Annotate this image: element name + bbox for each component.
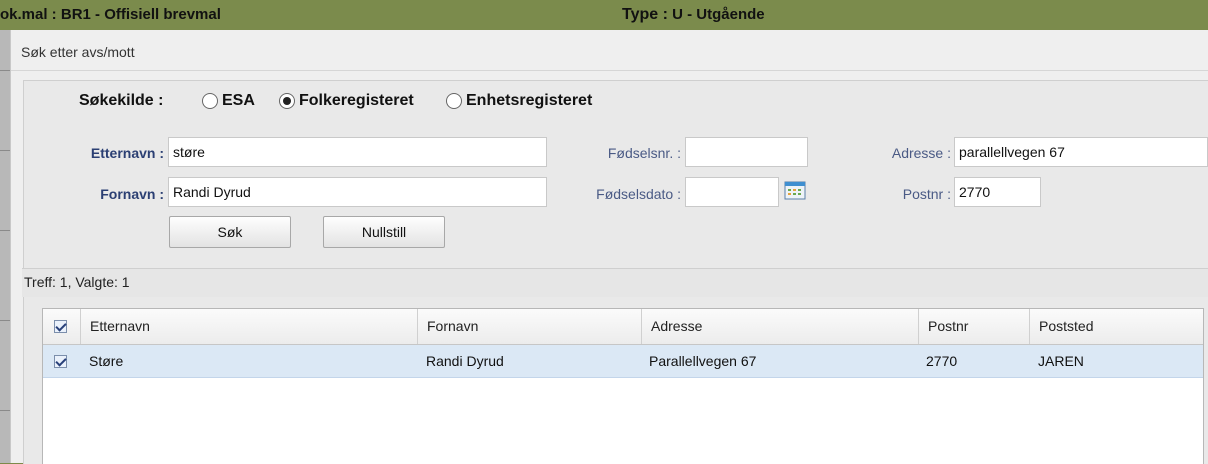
radio-esa[interactable]: ESA	[202, 92, 255, 110]
postnr-input[interactable]: 2770	[954, 177, 1041, 207]
radio-enhetsregisteret[interactable]: Enhetsregisteret	[446, 92, 592, 110]
title-divider	[11, 70, 1208, 71]
type-label: Type :	[622, 6, 668, 23]
type-value: U - Utgående	[672, 6, 765, 23]
etternavn-input[interactable]: støre	[168, 137, 547, 167]
table-row[interactable]: Støre Randi Dyrud Parallellvegen 67 2770…	[43, 345, 1203, 378]
calendar-icon[interactable]	[784, 180, 806, 200]
results-summary-bar	[22, 268, 1208, 297]
search-button[interactable]: Søk	[169, 216, 291, 248]
radio-enhetsregisteret-label: Enhetsregisteret	[466, 92, 593, 109]
results-summary: Treff: 1, Valgte: 1	[24, 274, 130, 290]
edge-mark	[0, 320, 10, 321]
fornavn-input[interactable]: Randi Dyrud	[168, 177, 547, 207]
dokmal-label: ok.mal :	[0, 6, 57, 23]
cell-postnr: 2770	[926, 353, 958, 369]
row-checkbox[interactable]	[54, 355, 67, 368]
column-header-poststed[interactable]: Poststed	[1029, 309, 1203, 344]
radio-esa-button[interactable]	[202, 93, 218, 109]
results-table: Etternavn Fornavn Adresse Postnr Postste…	[42, 308, 1204, 464]
background-window-edge	[0, 30, 10, 463]
dokmal-value: BR1 - Offisiell brevmal	[60, 6, 221, 23]
fodselsnr-input[interactable]	[685, 137, 808, 167]
radio-folkeregisteret-button[interactable]	[279, 93, 295, 109]
fodselsdato-input[interactable]	[685, 177, 779, 207]
edge-mark	[0, 230, 10, 231]
fodselsdato-label: Fødselsdato :	[596, 186, 681, 202]
cell-fornavn: Randi Dyrud	[426, 353, 504, 369]
radio-folkeregisteret[interactable]: Folkeregisteret	[279, 92, 414, 110]
edge-mark	[0, 70, 10, 71]
cell-adresse: Parallellvegen 67	[649, 353, 757, 369]
column-header-fornavn[interactable]: Fornavn	[417, 309, 641, 344]
radio-esa-label: ESA	[222, 92, 255, 109]
type-info: Type : U - Utgående	[622, 6, 765, 24]
column-header-adresse[interactable]: Adresse	[641, 309, 918, 344]
fornavn-label: Fornavn :	[100, 186, 164, 202]
adresse-label: Adresse :	[891, 145, 951, 161]
reset-button[interactable]: Nullstill	[323, 216, 445, 248]
fodselsnr-label: Fødselsnr. :	[607, 145, 681, 161]
edge-mark	[0, 410, 10, 411]
radio-enhetsregisteret-button[interactable]	[446, 93, 462, 109]
table-header: Etternavn Fornavn Adresse Postnr Postste…	[43, 309, 1203, 345]
select-all-checkbox[interactable]	[54, 320, 67, 333]
search-source-label: Søkekilde :	[79, 92, 164, 109]
radio-folkeregisteret-label: Folkeregisteret	[299, 92, 414, 109]
postnr-label: Postnr :	[902, 186, 951, 202]
dokmal-info: ok.mal : BR1 - Offisiell brevmal	[0, 6, 221, 23]
column-header-postnr[interactable]: Postnr	[918, 309, 1029, 344]
etternavn-label: Etternavn :	[90, 145, 164, 161]
cell-etternavn: Støre	[89, 353, 124, 369]
cell-poststed: JAREN	[1038, 353, 1084, 369]
document-header-bar: ok.mal : BR1 - Offisiell brevmal Type : …	[0, 0, 1208, 30]
dialog-title: Søk etter avs/mott	[21, 44, 135, 60]
column-header-etternavn[interactable]: Etternavn	[80, 309, 417, 344]
adresse-input[interactable]: parallellvegen 67	[954, 137, 1208, 167]
edge-mark	[0, 150, 10, 151]
